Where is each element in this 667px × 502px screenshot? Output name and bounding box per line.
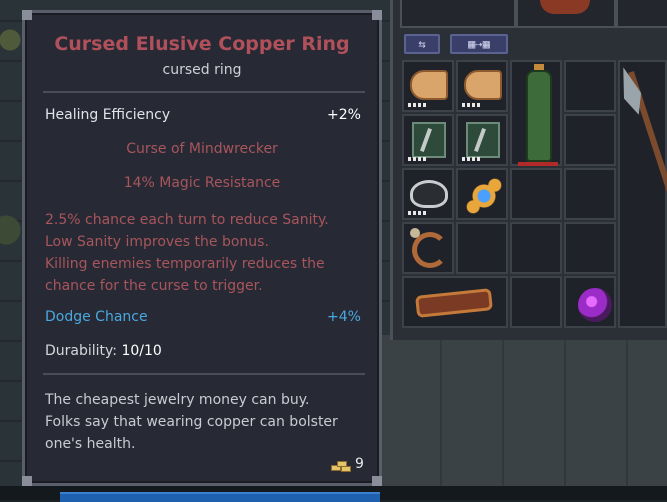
divider [43,373,365,375]
inventory-slot[interactable] [510,168,562,220]
dodge-value: +4% [327,309,361,325]
quantity-dots [408,103,426,107]
top-slot[interactable] [616,0,667,28]
curse-desc-line: chance for the curse to trigger. [45,278,263,294]
lockpick-icon [466,122,500,158]
durability-row: Durability: 10/10 [45,343,162,359]
scroll-icon [464,70,502,100]
item-tooltip: Cursed Elusive Copper Ring cursed ring H… [22,10,382,486]
inventory-slot[interactable] [456,222,508,274]
healing-label: Healing Efficiency [45,107,171,123]
inventory-slot[interactable] [564,60,616,112]
item-price: 9 [355,456,364,472]
item-partial [540,0,590,14]
transfer-button[interactable]: ▦⇢▦ [450,34,508,54]
item-lore: The cheapest jewelry money can buy. Folk… [45,389,375,455]
inventory-slot[interactable] [402,276,508,328]
stick-icon [415,288,493,318]
scroll-icon [410,70,448,100]
curse-name: Curse of Mindwrecker [126,141,278,157]
curse-desc-line: Killing enemies temporarily reduces the [45,256,325,272]
curse-desc-line: 2.5% chance each turn to reduce Sanity. [45,212,329,228]
pot-icon [410,180,448,208]
equipment-top-slots [400,0,667,28]
top-slot[interactable] [400,0,516,28]
curse-desc-line: Low Sanity improves the bonus. [45,234,269,250]
gold-coins-icon [331,459,351,472]
inventory-slot[interactable] [510,60,562,166]
skull-icon [410,228,420,238]
lore-line: The cheapest jewelry money can buy. [45,392,310,408]
quantity-dots [408,211,426,215]
sort-icon: ⇆ [418,37,426,51]
inventory-slot[interactable] [456,114,508,166]
tooltip-corner [22,476,32,486]
inventory-slot[interactable] [564,222,616,274]
inventory-slot[interactable] [456,60,508,112]
inventory-slot[interactable] [564,168,616,220]
curse-description: 2.5% chance each turn to reduce Sanity. … [45,209,375,297]
inventory-slot[interactable] [402,114,454,166]
quantity-dots [462,157,480,161]
floor-background [380,335,667,486]
lockpick-icon [412,122,446,158]
bottle-icon [526,70,552,162]
inventory-slot[interactable] [402,168,454,220]
transfer-icon: ▦⇢▦ [468,37,490,51]
durability-value: 10/10 [121,343,162,359]
inventory-slot[interactable] [456,168,508,220]
quantity-dots [462,103,480,107]
sort-button[interactable]: ⇆ [404,34,440,54]
lore-line: Folks say that wearing copper can bolste… [45,414,338,430]
item-type: cursed ring [162,62,242,78]
curse-bonus: 14% Magic Resistance [123,175,281,191]
bottle-base [518,162,558,166]
lore-line: one's health. [45,436,136,452]
inventory-slot[interactable] [402,222,454,274]
amulet-icon [466,178,502,214]
item-title: Cursed Elusive Copper Ring [54,33,350,55]
divider [43,91,365,93]
inventory-slot[interactable] [402,60,454,112]
tooltip-corner [372,10,382,20]
hud-progress-bar [60,492,380,502]
inventory-slot[interactable] [510,222,562,274]
healing-value: +2% [327,107,361,123]
potion-icon [578,288,612,322]
dodge-label: Dodge Chance [45,309,148,325]
inventory-slot[interactable] [564,114,616,166]
tooltip-corner [22,10,32,20]
inventory-slot[interactable] [564,276,616,328]
inventory-slot[interactable] [510,276,562,328]
quantity-dots [408,157,426,161]
tooltip-corner [372,476,382,486]
durability-label: Durability: [45,343,118,359]
